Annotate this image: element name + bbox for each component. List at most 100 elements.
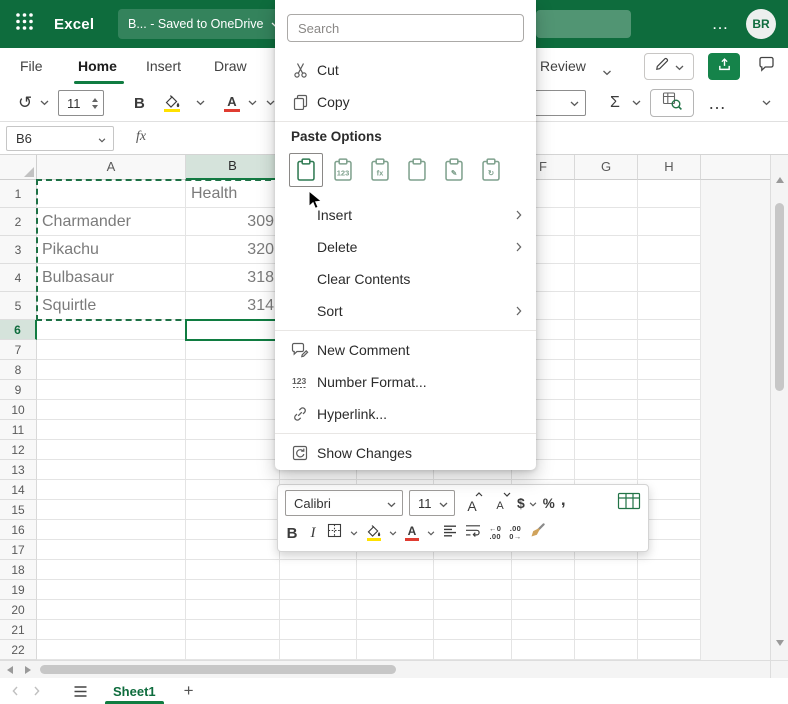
cell-D18[interactable] <box>357 560 434 580</box>
select-all-corner[interactable] <box>0 155 37 180</box>
cell-B21[interactable] <box>186 620 280 640</box>
cell-H13[interactable] <box>638 460 701 480</box>
menu-item-cut[interactable]: Cut <box>275 54 536 86</box>
cell-B2[interactable]: 309 <box>186 208 280 236</box>
row-header-12[interactable]: 12 <box>0 440 37 460</box>
column-header-g[interactable]: G <box>575 155 638 180</box>
cell-G9[interactable] <box>575 380 638 400</box>
cell-H21[interactable] <box>638 620 701 640</box>
cell-A22[interactable] <box>37 640 186 660</box>
menu-item-sort[interactable]: Sort <box>275 295 536 327</box>
menu-item-hyperlink[interactable]: Hyperlink... <box>275 398 536 430</box>
cell-F18[interactable] <box>512 560 575 580</box>
row-header-11[interactable]: 11 <box>0 420 37 440</box>
row-header-4[interactable]: 4 <box>0 264 37 292</box>
row-header-20[interactable]: 20 <box>0 600 37 620</box>
cell-B13[interactable] <box>186 460 280 480</box>
cell-H18[interactable] <box>638 560 701 580</box>
cell-D22[interactable] <box>357 640 434 660</box>
cell-H6[interactable] <box>638 320 701 340</box>
cell-A16[interactable] <box>37 520 186 540</box>
increase-decimal-button[interactable]: .00 0→ <box>509 524 521 542</box>
cell-H8[interactable] <box>638 360 701 380</box>
undo-button[interactable]: ↺ <box>18 85 32 121</box>
collapse-ribbon-icon[interactable] <box>762 85 771 121</box>
cell-H4[interactable] <box>638 264 701 292</box>
cell-B4[interactable]: 318 <box>186 264 280 292</box>
paste-option-paste-formatting-button[interactable] <box>400 153 434 187</box>
font-name-select[interactable]: Calibri <box>285 490 403 516</box>
cell-C21[interactable] <box>280 620 357 640</box>
paste-option-paste-special-button[interactable]: ✎ <box>437 153 471 187</box>
cell-G4[interactable] <box>575 264 638 292</box>
font-size-select[interactable]: 11 <box>409 490 455 516</box>
cell-B10[interactable] <box>186 400 280 420</box>
row-header-16[interactable]: 16 <box>0 520 37 540</box>
align-button[interactable] <box>443 524 457 542</box>
borders-dropdown-icon[interactable] <box>350 530 358 536</box>
paste-option-paste-link-button[interactable]: ↻ <box>474 153 508 187</box>
cell-A6[interactable] <box>37 320 186 340</box>
cell-G2[interactable] <box>575 208 638 236</box>
borders-button[interactable] <box>327 523 342 543</box>
row-header-2[interactable]: 2 <box>0 208 37 236</box>
menu-item-delete[interactable]: Delete <box>275 231 536 263</box>
cell-B15[interactable] <box>186 500 280 520</box>
cell-A1[interactable] <box>37 180 186 208</box>
cell-G10[interactable] <box>575 400 638 420</box>
context-menu-search-input[interactable] <box>287 14 524 42</box>
cell-B11[interactable] <box>186 420 280 440</box>
format-as-table-button[interactable] <box>617 492 641 515</box>
spinner-arrows-icon[interactable] <box>92 97 98 109</box>
cell-G19[interactable] <box>575 580 638 600</box>
cell-G11[interactable] <box>575 420 638 440</box>
menu-item-clear-contents[interactable]: Clear Contents <box>275 263 536 295</box>
cell-H22[interactable] <box>638 640 701 660</box>
cell-D21[interactable] <box>357 620 434 640</box>
cell-C19[interactable] <box>280 580 357 600</box>
wrap-text-button[interactable] <box>465 524 481 542</box>
cell-A10[interactable] <box>37 400 186 420</box>
all-sheets-icon[interactable] <box>74 685 87 697</box>
row-header-22[interactable]: 22 <box>0 640 37 660</box>
tab-insert[interactable]: Insert <box>146 48 181 85</box>
vertical-scroll-thumb[interactable] <box>775 203 784 391</box>
bold-button[interactable]: B <box>134 85 145 121</box>
cell-B16[interactable] <box>186 520 280 540</box>
cell-A21[interactable] <box>37 620 186 640</box>
cell-E20[interactable] <box>434 600 512 620</box>
comments-button[interactable] <box>750 53 782 80</box>
sheet-tab-sheet1[interactable]: Sheet1 <box>101 678 168 704</box>
paste-option-paste-button[interactable] <box>289 153 323 187</box>
menu-item-show-changes[interactable]: Show Changes <box>275 437 536 469</box>
cell-F20[interactable] <box>512 600 575 620</box>
cell-F19[interactable] <box>512 580 575 600</box>
cell-E21[interactable] <box>434 620 512 640</box>
font-color-button[interactable]: A <box>224 85 240 121</box>
autosum-button[interactable]: Σ <box>610 85 620 121</box>
row-header-15[interactable]: 15 <box>0 500 37 520</box>
prev-sheet-icon[interactable] <box>4 686 26 696</box>
accounting-format-button[interactable]: $ <box>517 494 537 512</box>
tab-review[interactable]: Review <box>540 48 586 85</box>
cell-G8[interactable] <box>575 360 638 380</box>
next-sheet-icon[interactable] <box>26 686 48 696</box>
cell-G5[interactable] <box>575 292 638 320</box>
cell-E19[interactable] <box>434 580 512 600</box>
tab-file[interactable]: File <box>20 48 43 85</box>
add-sheet-button[interactable]: + <box>178 681 200 701</box>
header-more-button[interactable]: … <box>704 0 736 48</box>
font-color-dropdown-icon[interactable] <box>427 530 435 536</box>
cell-A9[interactable] <box>37 380 186 400</box>
cell-F22[interactable] <box>512 640 575 660</box>
cell-B19[interactable] <box>186 580 280 600</box>
paste-option-paste-formulas-button[interactable]: fx <box>363 153 397 187</box>
cell-D19[interactable] <box>357 580 434 600</box>
cell-B9[interactable] <box>186 380 280 400</box>
undo-dropdown-icon[interactable] <box>40 85 49 121</box>
avatar[interactable]: BR <box>746 9 776 39</box>
cell-H3[interactable] <box>638 236 701 264</box>
row-header-3[interactable]: 3 <box>0 236 37 264</box>
cell-G6[interactable] <box>575 320 638 340</box>
font-color-dropdown-icon[interactable] <box>248 85 257 121</box>
